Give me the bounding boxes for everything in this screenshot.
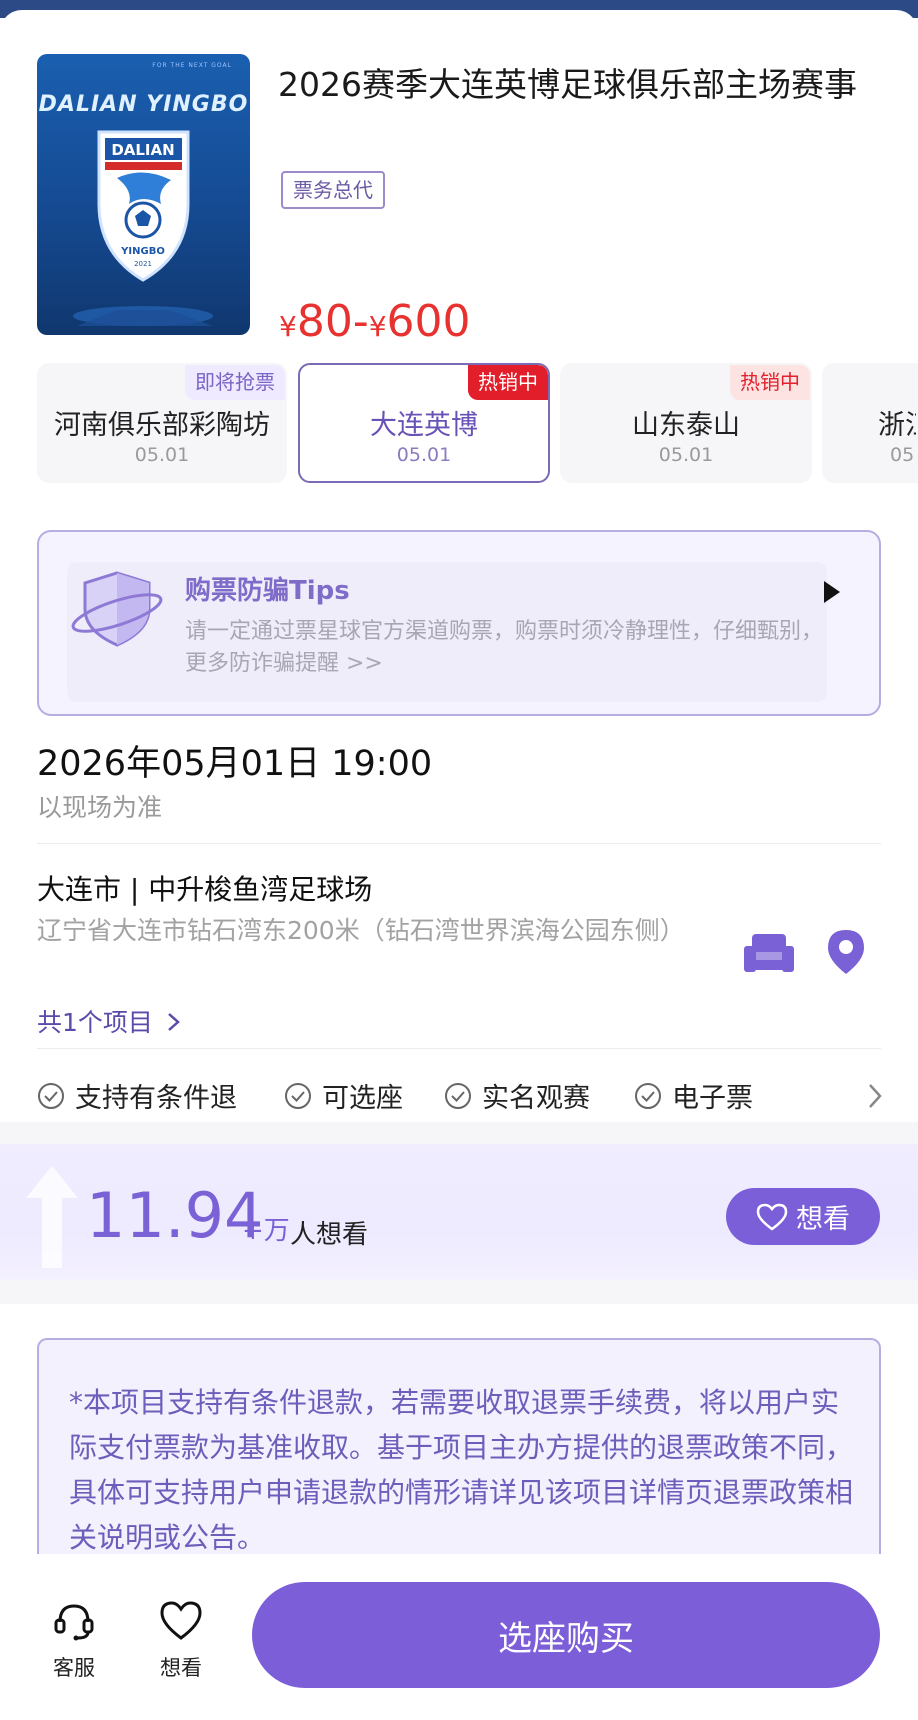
feature-label: 支持有条件退 [75,1083,237,1114]
feature-e-ticket: 电子票 [634,1076,753,1115]
venue-address: 辽宁省大连市钻石湾东200米（钻石湾世界滨海公园东侧） [37,916,685,945]
club-crest-icon: DALIAN YINGBO 2021 [73,130,213,326]
feature-refund: 支持有条件退 [37,1076,237,1115]
feature-label: 电子票 [672,1083,753,1114]
price-range: ¥80-¥600 [279,292,471,357]
session-date: 05. [890,444,918,466]
price-separator: - [352,296,369,347]
service-label: 客服 [53,1656,95,1680]
location-pin-icon[interactable] [826,928,866,976]
play-arrow-icon[interactable] [821,578,843,606]
tips-title: 购票防骗Tips [185,576,350,606]
price-low: 80 [296,296,353,347]
section-gap [0,1280,918,1304]
session-tag: 热销中 [468,365,548,400]
feature-label: 实名观赛 [482,1083,590,1114]
projects-label: 共1个项目 [37,1008,153,1037]
want-button-label: 想看 [796,1204,850,1235]
price-currency: ¥ [279,310,297,343]
check-circle-icon [285,1082,311,1109]
customer-service-button[interactable]: 客服 [34,1598,114,1682]
projects-link[interactable]: 共1个项目 [37,1003,183,1039]
interest-count: 11.94 [86,1179,264,1252]
feature-real-name: 实名观赛 [444,1076,590,1115]
chevron-right-icon [168,1013,180,1031]
session-name: 山东泰山 [632,410,740,441]
favorite-button[interactable]: 想看 [141,1598,221,1682]
venue-name[interactable]: 大连市 | 中升梭鱼湾足球场 [37,868,372,908]
check-circle-icon [445,1082,471,1109]
favorite-label: 想看 [160,1656,202,1680]
refund-notice-text: *本项目支持有条件退款，若需要收取退票手续费，将以用户实际支付票款为基准收取。基… [69,1386,854,1554]
event-datetime: 2026年05月01日 19:00 [37,744,433,784]
event-title: 2026赛季大连英博足球俱乐部主场赛事 [278,65,857,104]
crest-top-text: DALIAN [111,141,174,159]
session-name: 大连英博 [370,410,478,441]
heart-icon [756,1203,788,1231]
session-name: 浙江 [878,410,916,441]
event-poster[interactable]: FOR THE NEXT GOAL DALIAN YINGBO DALIAN Y… [37,54,250,335]
interest-unit: +万 [242,1216,290,1246]
select-seat-buy-button[interactable]: 选座购买 [252,1582,880,1688]
session-card-henan[interactable]: 即将抢票 河南俱乐部彩陶坊 05.01 [37,363,287,483]
feature-seat-selection: 可选座 [284,1076,403,1115]
section-gap [0,1122,918,1144]
feature-label: 可选座 [322,1083,403,1114]
anti-fraud-tips-card[interactable]: 购票防骗Tips 请一定通过票星球官方渠道购票，购票时须冷静理性，仔细甄别，更多… [37,530,881,716]
headset-icon [54,1604,94,1641]
want-to-see-button[interactable]: 想看 [726,1188,880,1245]
session-card-shandong[interactable]: 热销中 山东泰山 05.01 [560,363,812,483]
tips-text[interactable]: 请一定通过票星球官方渠道购票，购票时须冷静理性，仔细甄别，更多防诈骗提醒 >> [185,616,825,680]
datetime-note: 以现场为准 [37,793,163,822]
divider [37,1048,881,1049]
session-tag: 即将抢票 [185,365,285,400]
price-currency-2: ¥ [368,310,387,343]
price-high: 600 [386,296,471,347]
crest-year-text: 2021 [134,260,152,268]
heart-icon [160,1601,202,1640]
session-name: 河南俱乐部彩陶坊 [54,410,270,441]
agent-badge: 票务总代 [281,171,385,209]
check-circle-icon [635,1082,661,1109]
trend-up-icon [26,1166,78,1268]
session-card-dalian[interactable]: 热销中 大连英博 05.01 [298,363,550,483]
session-date: 05.01 [658,444,714,466]
interest-suffix: 人想看 [290,1220,369,1250]
check-circle-icon [38,1082,64,1109]
session-tag: 热销中 [730,365,810,400]
session-date: 05.01 [134,444,190,466]
seat-map-icon[interactable] [742,930,796,976]
shield-icon [71,571,163,647]
session-card-zhejiang[interactable]: 浙江 05. [822,363,918,483]
session-date: 05.01 [396,444,452,466]
event-detail-sheet: FOR THE NEXT GOAL DALIAN YINGBO DALIAN Y… [0,10,918,1720]
chevron-right-icon[interactable] [866,1082,884,1110]
divider [37,843,881,844]
crest-bottom-text: YINGBO [120,246,165,257]
